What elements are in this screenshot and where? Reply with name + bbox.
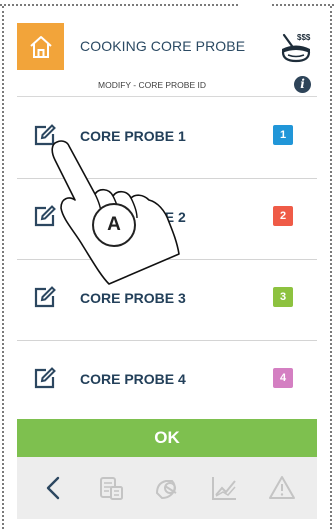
- probe-number-badge: 2: [273, 206, 293, 226]
- dotted-frame-right: [330, 6, 332, 529]
- subheader-title: MODIFY - CORE PROBE ID: [98, 80, 206, 90]
- chart-icon[interactable]: [209, 473, 239, 503]
- device-screen: COOKING CORE PROBE $$$ MODIFY - CORE PRO…: [17, 23, 317, 529]
- probe-label: CORE PROBE 4: [80, 371, 186, 387]
- page-title: COOKING CORE PROBE: [80, 38, 246, 54]
- callout-label: A: [92, 203, 136, 247]
- edit-icon[interactable]: [33, 366, 57, 390]
- probe-label: CORE PROBE 3: [80, 290, 186, 306]
- bottom-nav-bar: [17, 457, 317, 519]
- home-button[interactable]: [17, 23, 64, 70]
- recipe-book-icon[interactable]: [96, 473, 126, 503]
- tags-icon[interactable]: [152, 473, 182, 503]
- edit-icon[interactable]: [33, 285, 57, 309]
- dotted-frame-left: [2, 6, 4, 529]
- probe-number-badge: 4: [273, 368, 293, 388]
- warning-icon[interactable]: [267, 473, 297, 503]
- header: COOKING CORE PROBE $$$: [17, 23, 317, 70]
- ok-button[interactable]: OK: [17, 419, 317, 457]
- probe-number-badge: 1: [273, 125, 293, 145]
- svg-text:$$$: $$$: [297, 33, 311, 42]
- back-icon[interactable]: [39, 473, 69, 503]
- dotted-frame-gap: [240, 0, 270, 10]
- subheader: MODIFY - CORE PROBE ID i: [17, 75, 317, 97]
- probe-row-4[interactable]: CORE PROBE 4 4: [17, 341, 317, 422]
- dotted-frame-top: [0, 0, 334, 6]
- info-icon[interactable]: i: [294, 76, 311, 93]
- home-icon: [29, 35, 52, 58]
- core-probe-icon[interactable]: $$$: [279, 31, 313, 63]
- probe-number-badge: 3: [273, 287, 293, 307]
